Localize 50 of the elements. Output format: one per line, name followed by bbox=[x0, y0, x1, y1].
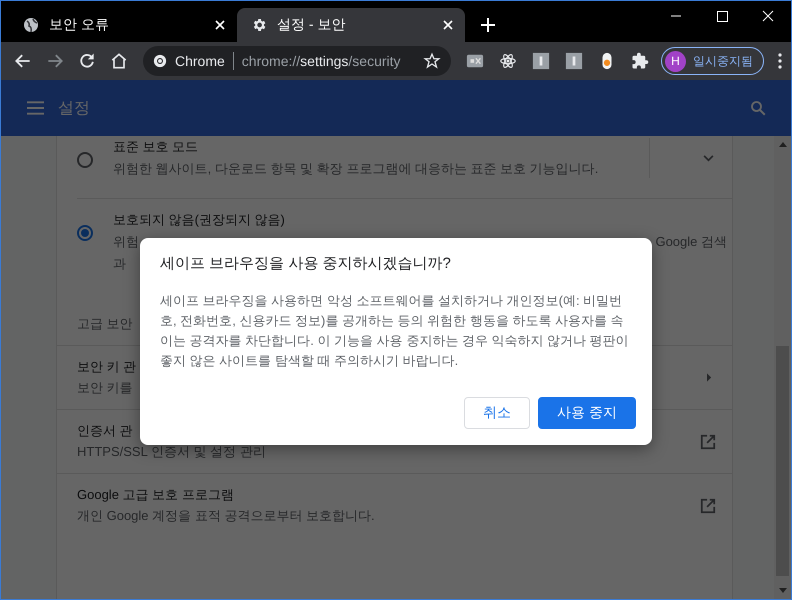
dialog-button[interactable]: 취소 bbox=[464, 397, 530, 429]
scrollbar[interactable] bbox=[774, 136, 791, 599]
profile-avatar: H bbox=[665, 50, 686, 72]
profile-button[interactable]: H 일시중지됨 bbox=[661, 47, 764, 75]
chrome-logo-icon bbox=[153, 54, 167, 68]
option-title: 보호되지 않음(권장되지 않음) bbox=[113, 211, 286, 229]
search-icon[interactable] bbox=[749, 99, 767, 117]
bookmark-star-icon[interactable] bbox=[423, 52, 441, 70]
extension-icon[interactable] bbox=[466, 52, 484, 70]
url-text: chrome://settings/security bbox=[242, 53, 402, 69]
extension-icon[interactable] bbox=[532, 52, 550, 70]
settings-row[interactable]: Google 고급 보호 프로그램 개인 Google 계정을 표적 공격으로부터 보호합니다. bbox=[57, 474, 732, 537]
chevron-down-icon[interactable] bbox=[703, 154, 714, 162]
row-description: 보안 키를 bbox=[77, 379, 133, 397]
scroll-down-icon[interactable] bbox=[778, 588, 786, 593]
external-link-icon bbox=[700, 434, 716, 450]
option-title: 표준 보호 모드 bbox=[113, 138, 200, 156]
row-description: 개인 Google 계정을 표적 공격으로부터 보호합니다. bbox=[77, 507, 375, 525]
page-title: 설정 bbox=[58, 98, 91, 118]
option-description: 과 bbox=[113, 255, 126, 273]
row-description: HTTPS/SSL 인증서 및 설정 관리 bbox=[77, 443, 266, 461]
globe-icon bbox=[23, 17, 39, 33]
option-description: 위험한 웹사이트, 다운로드 항목 및 확장 프로그램에 대응하는 표준 보호 기능입니다. bbox=[113, 160, 598, 178]
option-description: Google 검색 bbox=[655, 233, 727, 251]
radio-button[interactable] bbox=[77, 225, 93, 241]
settings-icon bbox=[251, 17, 267, 33]
radio-button[interactable] bbox=[77, 152, 93, 168]
site-name: Chrome bbox=[175, 53, 225, 69]
new-tab-icon[interactable] bbox=[481, 18, 495, 32]
close-icon[interactable] bbox=[215, 20, 225, 30]
browser-tab[interactable]: 보안 오류 bbox=[9, 8, 237, 42]
atom-icon[interactable] bbox=[499, 52, 517, 70]
row-title: 인증서 관 bbox=[77, 422, 133, 440]
option-description: 위험 bbox=[113, 233, 139, 251]
close-icon[interactable] bbox=[443, 20, 453, 30]
puzzle-icon[interactable] bbox=[631, 52, 649, 70]
row-title: 보안 키 관 bbox=[77, 358, 136, 376]
scroll-up-icon[interactable] bbox=[778, 142, 786, 147]
tab-title: 보안 오류 bbox=[49, 16, 110, 34]
menu-icon[interactable] bbox=[778, 53, 782, 69]
address-bar[interactable]: Chrome chrome://settings/security bbox=[143, 46, 451, 76]
submenu-arrow-icon bbox=[707, 373, 712, 382]
tab-title: 설정 - 보안 bbox=[277, 16, 346, 34]
browser-tab[interactable]: 설정 - 보안 bbox=[237, 8, 465, 42]
extension-icon[interactable] bbox=[565, 52, 583, 70]
row-title: Google 고급 보호 프로그램 bbox=[77, 486, 234, 504]
external-link-icon bbox=[700, 498, 716, 514]
dialog-button[interactable]: 사용 중지 bbox=[538, 397, 636, 429]
dialog-title: 세이프 브라우징을 사용 중지하시겠습니까? bbox=[160, 254, 452, 273]
home-icon[interactable] bbox=[109, 51, 129, 71]
